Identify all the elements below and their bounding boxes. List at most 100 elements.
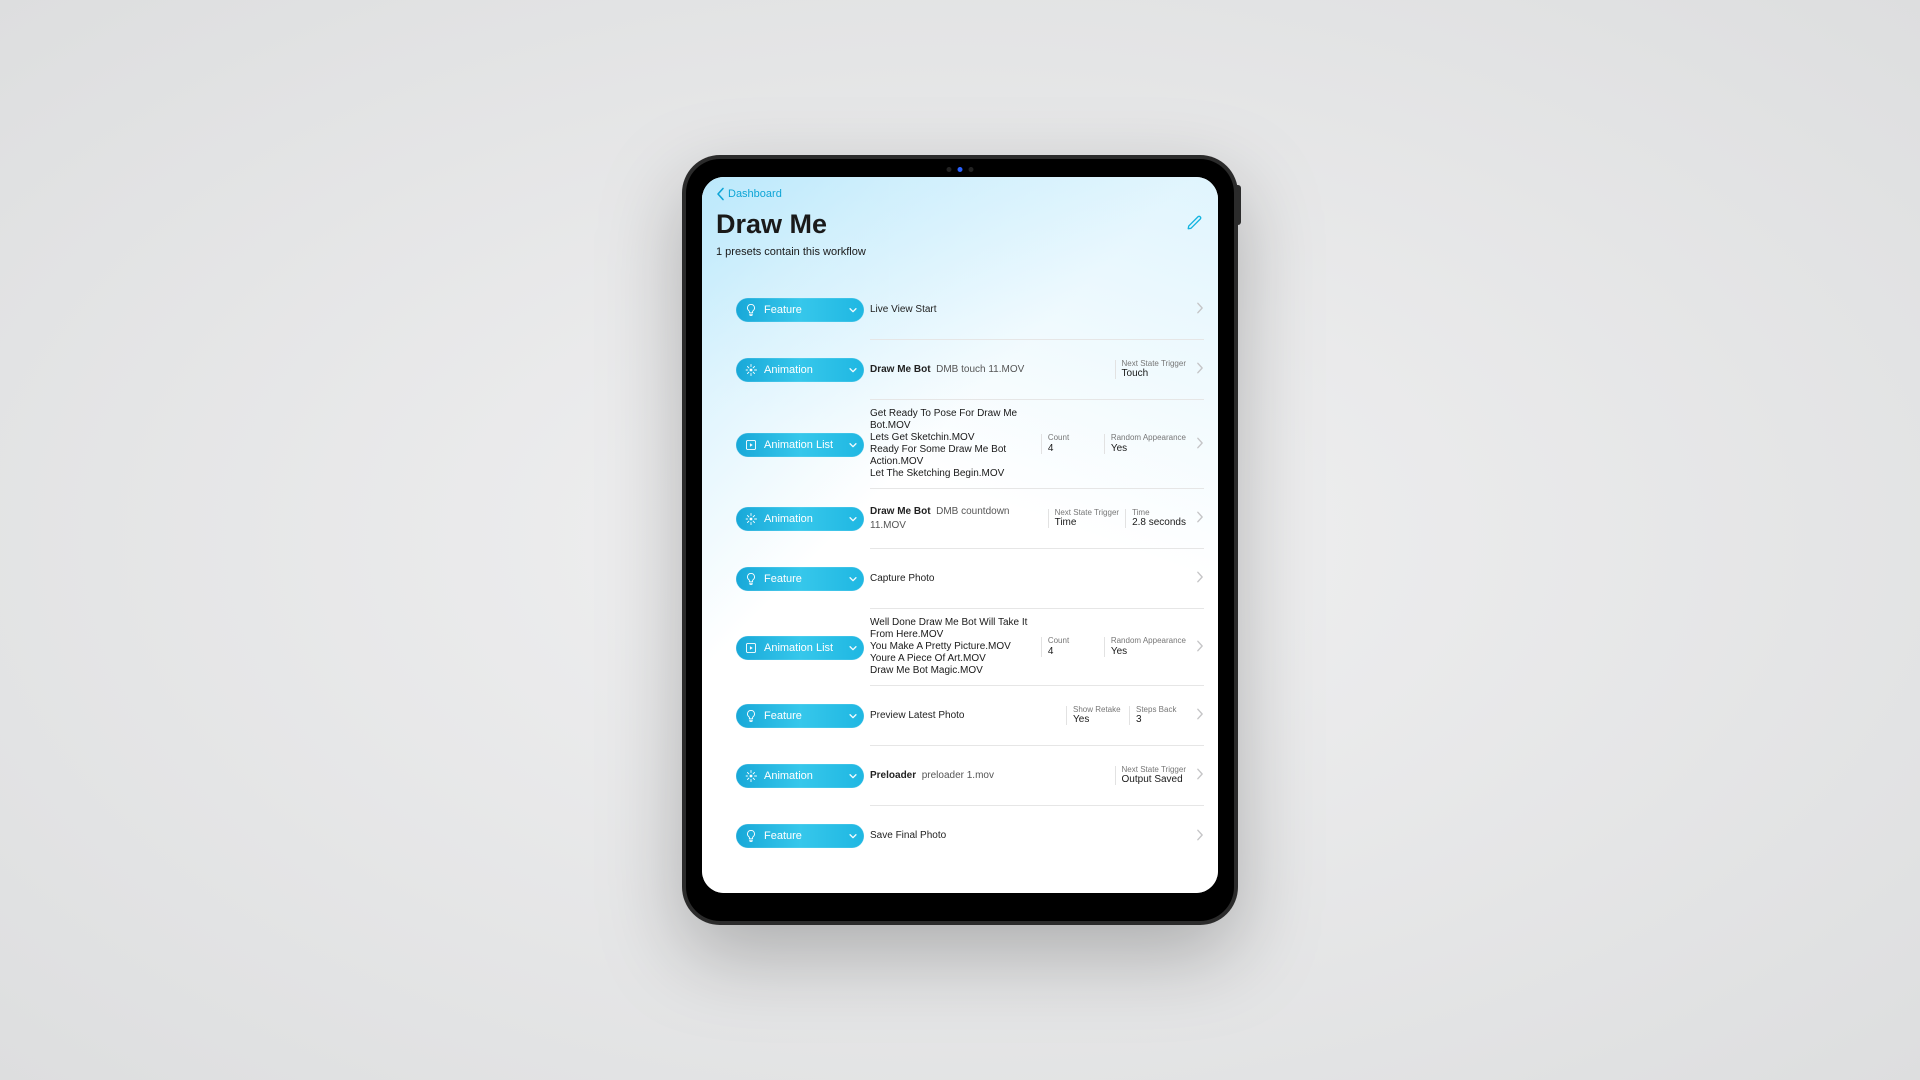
disclosure-chevron[interactable] <box>1196 640 1204 655</box>
disclosure-chevron[interactable] <box>1196 571 1204 586</box>
workflow-step: AnimationPreloader preloader 1.movNext S… <box>736 746 1204 806</box>
disclosure-chevron[interactable] <box>1196 511 1204 526</box>
meta-random_appearance: Random AppearanceYes <box>1104 434 1192 454</box>
meta-label: Next State Trigger <box>1122 360 1186 369</box>
workflow-step: Animation List Well Done Draw Me Bot Will… <box>736 609 1204 686</box>
pill-label: Animation List <box>764 439 848 451</box>
pill-label: Feature <box>764 710 848 722</box>
meta-value: 2.8 seconds <box>1132 517 1186 528</box>
meta-label: Random Appearance <box>1111 434 1186 443</box>
meta-value: Yes <box>1111 646 1186 657</box>
back-button[interactable]: Dashboard <box>716 187 782 201</box>
animation-pill[interactable]: Animation <box>736 764 864 788</box>
meta-value: 4 <box>1048 646 1098 657</box>
meta-next_state: Next State TriggerOutput Saved <box>1115 766 1192 786</box>
meta-label: Count <box>1048 434 1098 443</box>
pill-label: Feature <box>764 304 848 316</box>
step-title: Preloader preloader 1.mov <box>870 769 1115 783</box>
meta-label: Random Appearance <box>1111 637 1186 646</box>
app-screen: Dashboard Draw Me 1 presets contain this… <box>702 177 1218 893</box>
pill-label: Animation <box>764 364 848 376</box>
file-item: You Make A Pretty Picture.MOV <box>870 641 1041 653</box>
feature-pill[interactable]: Feature <box>736 824 864 848</box>
animlist-pill[interactable]: Animation List <box>736 636 864 660</box>
meta-next_state: Next State TriggerTime <box>1048 509 1125 529</box>
file-item: Let The Sketching Begin.MOV <box>870 468 1041 480</box>
step-title: Capture Photo <box>870 572 1192 586</box>
chevron-left-icon <box>716 187 725 201</box>
workflow-step: Feature Capture Photo <box>736 549 1204 609</box>
step-detail[interactable]: Draw Me Bot DMB touch 11.MOVNext State T… <box>870 340 1204 400</box>
workflow-step: Feature Live View Start <box>736 280 1204 340</box>
animation-pill[interactable]: Animation <box>736 507 864 531</box>
page-subtitle: 1 presets contain this workflow <box>716 246 1204 258</box>
meta-value: Touch <box>1122 368 1186 379</box>
meta-steps_back: Steps Back3 <box>1129 706 1192 726</box>
feature-pill[interactable]: Feature <box>736 704 864 728</box>
workflow-step: Animation List Get Ready To Pose For Draw… <box>736 400 1204 489</box>
meta-value: 3 <box>1136 714 1186 725</box>
disclosure-chevron[interactable] <box>1196 302 1204 317</box>
tablet-device: Dashboard Draw Me 1 presets contain this… <box>682 155 1238 925</box>
step-detail[interactable]: Capture Photo <box>870 549 1204 609</box>
feature-pill[interactable]: Feature <box>736 298 864 322</box>
page-title: Draw Me <box>716 209 827 240</box>
file-list: Get Ready To Pose For Draw Me Bot.MOVLet… <box>870 408 1041 480</box>
step-detail[interactable]: Live View Start <box>870 280 1204 340</box>
step-detail[interactable]: Preloader preloader 1.movNext State Trig… <box>870 746 1204 806</box>
workflow-step: Animation Draw Me Bot DMB countdown 11.MO… <box>736 489 1204 549</box>
meta-label: Next State Trigger <box>1122 766 1186 775</box>
meta-value: Yes <box>1111 443 1186 454</box>
step-detail[interactable]: Get Ready To Pose For Draw Me Bot.MOVLet… <box>870 400 1204 489</box>
step-detail[interactable]: Draw Me Bot DMB countdown 11.MOVNext Sta… <box>870 489 1204 549</box>
edit-button[interactable] <box>1186 213 1204 236</box>
disclosure-chevron[interactable] <box>1196 437 1204 452</box>
meta-label: Next State Trigger <box>1055 509 1119 518</box>
meta-label: Show Retake <box>1073 706 1123 715</box>
pill-label: Animation <box>764 770 848 782</box>
meta-value: Output Saved <box>1122 774 1186 785</box>
animlist-pill[interactable]: Animation List <box>736 433 864 457</box>
file-item: Ready For Some Draw Me Bot Action.MOV <box>870 444 1041 468</box>
meta-value: 4 <box>1048 443 1098 454</box>
meta-value: Yes <box>1073 714 1123 725</box>
file-list: Well Done Draw Me Bot Will Take It From … <box>870 617 1041 677</box>
meta-next_state: Next State TriggerTouch <box>1115 360 1192 380</box>
meta-count: Count4 <box>1041 434 1104 454</box>
animation-pill[interactable]: Animation <box>736 358 864 382</box>
step-detail[interactable]: Save Final Photo <box>870 806 1204 866</box>
disclosure-chevron[interactable] <box>1196 708 1204 723</box>
file-item: Lets Get Sketchin.MOV <box>870 432 1041 444</box>
disclosure-chevron[interactable] <box>1196 362 1204 377</box>
pill-label: Animation List <box>764 642 848 654</box>
file-item: Well Done Draw Me Bot Will Take It From … <box>870 617 1041 641</box>
file-item: Draw Me Bot Magic.MOV <box>870 665 1041 677</box>
meta-random_appearance: Random AppearanceYes <box>1104 637 1192 657</box>
step-title: Draw Me Bot DMB countdown 11.MOV <box>870 505 1048 532</box>
step-title: Save Final Photo <box>870 829 1192 843</box>
meta-show_retake: Show RetakeYes <box>1066 706 1129 726</box>
workflow-step: FeaturePreview Latest PhotoShow RetakeYe… <box>736 686 1204 746</box>
meta-value: Time <box>1055 517 1119 528</box>
file-item: Youre A Piece Of Art.MOV <box>870 653 1041 665</box>
meta-label: Count <box>1048 637 1098 646</box>
step-detail[interactable]: Preview Latest PhotoShow RetakeYesSteps … <box>870 686 1204 746</box>
meta-label: Steps Back <box>1136 706 1186 715</box>
disclosure-chevron[interactable] <box>1196 768 1204 783</box>
pill-label: Feature <box>764 830 848 842</box>
step-detail[interactable]: Well Done Draw Me Bot Will Take It From … <box>870 609 1204 686</box>
workflow-step: AnimationDraw Me Bot DMB touch 11.MOVNex… <box>736 340 1204 400</box>
file-item: Get Ready To Pose For Draw Me Bot.MOV <box>870 408 1041 432</box>
workflow-step: Feature Save Final Photo <box>736 806 1204 866</box>
back-label: Dashboard <box>728 188 782 200</box>
step-title: Live View Start <box>870 303 1192 317</box>
step-title: Preview Latest Photo <box>870 709 1066 723</box>
pencil-icon <box>1186 213 1204 231</box>
pill-label: Feature <box>764 573 848 585</box>
meta-label: Time <box>1132 509 1186 518</box>
feature-pill[interactable]: Feature <box>736 567 864 591</box>
step-title: Draw Me Bot DMB touch 11.MOV <box>870 363 1115 377</box>
meta-time: Time2.8 seconds <box>1125 509 1192 529</box>
disclosure-chevron[interactable] <box>1196 829 1204 844</box>
pill-label: Animation <box>764 513 848 525</box>
